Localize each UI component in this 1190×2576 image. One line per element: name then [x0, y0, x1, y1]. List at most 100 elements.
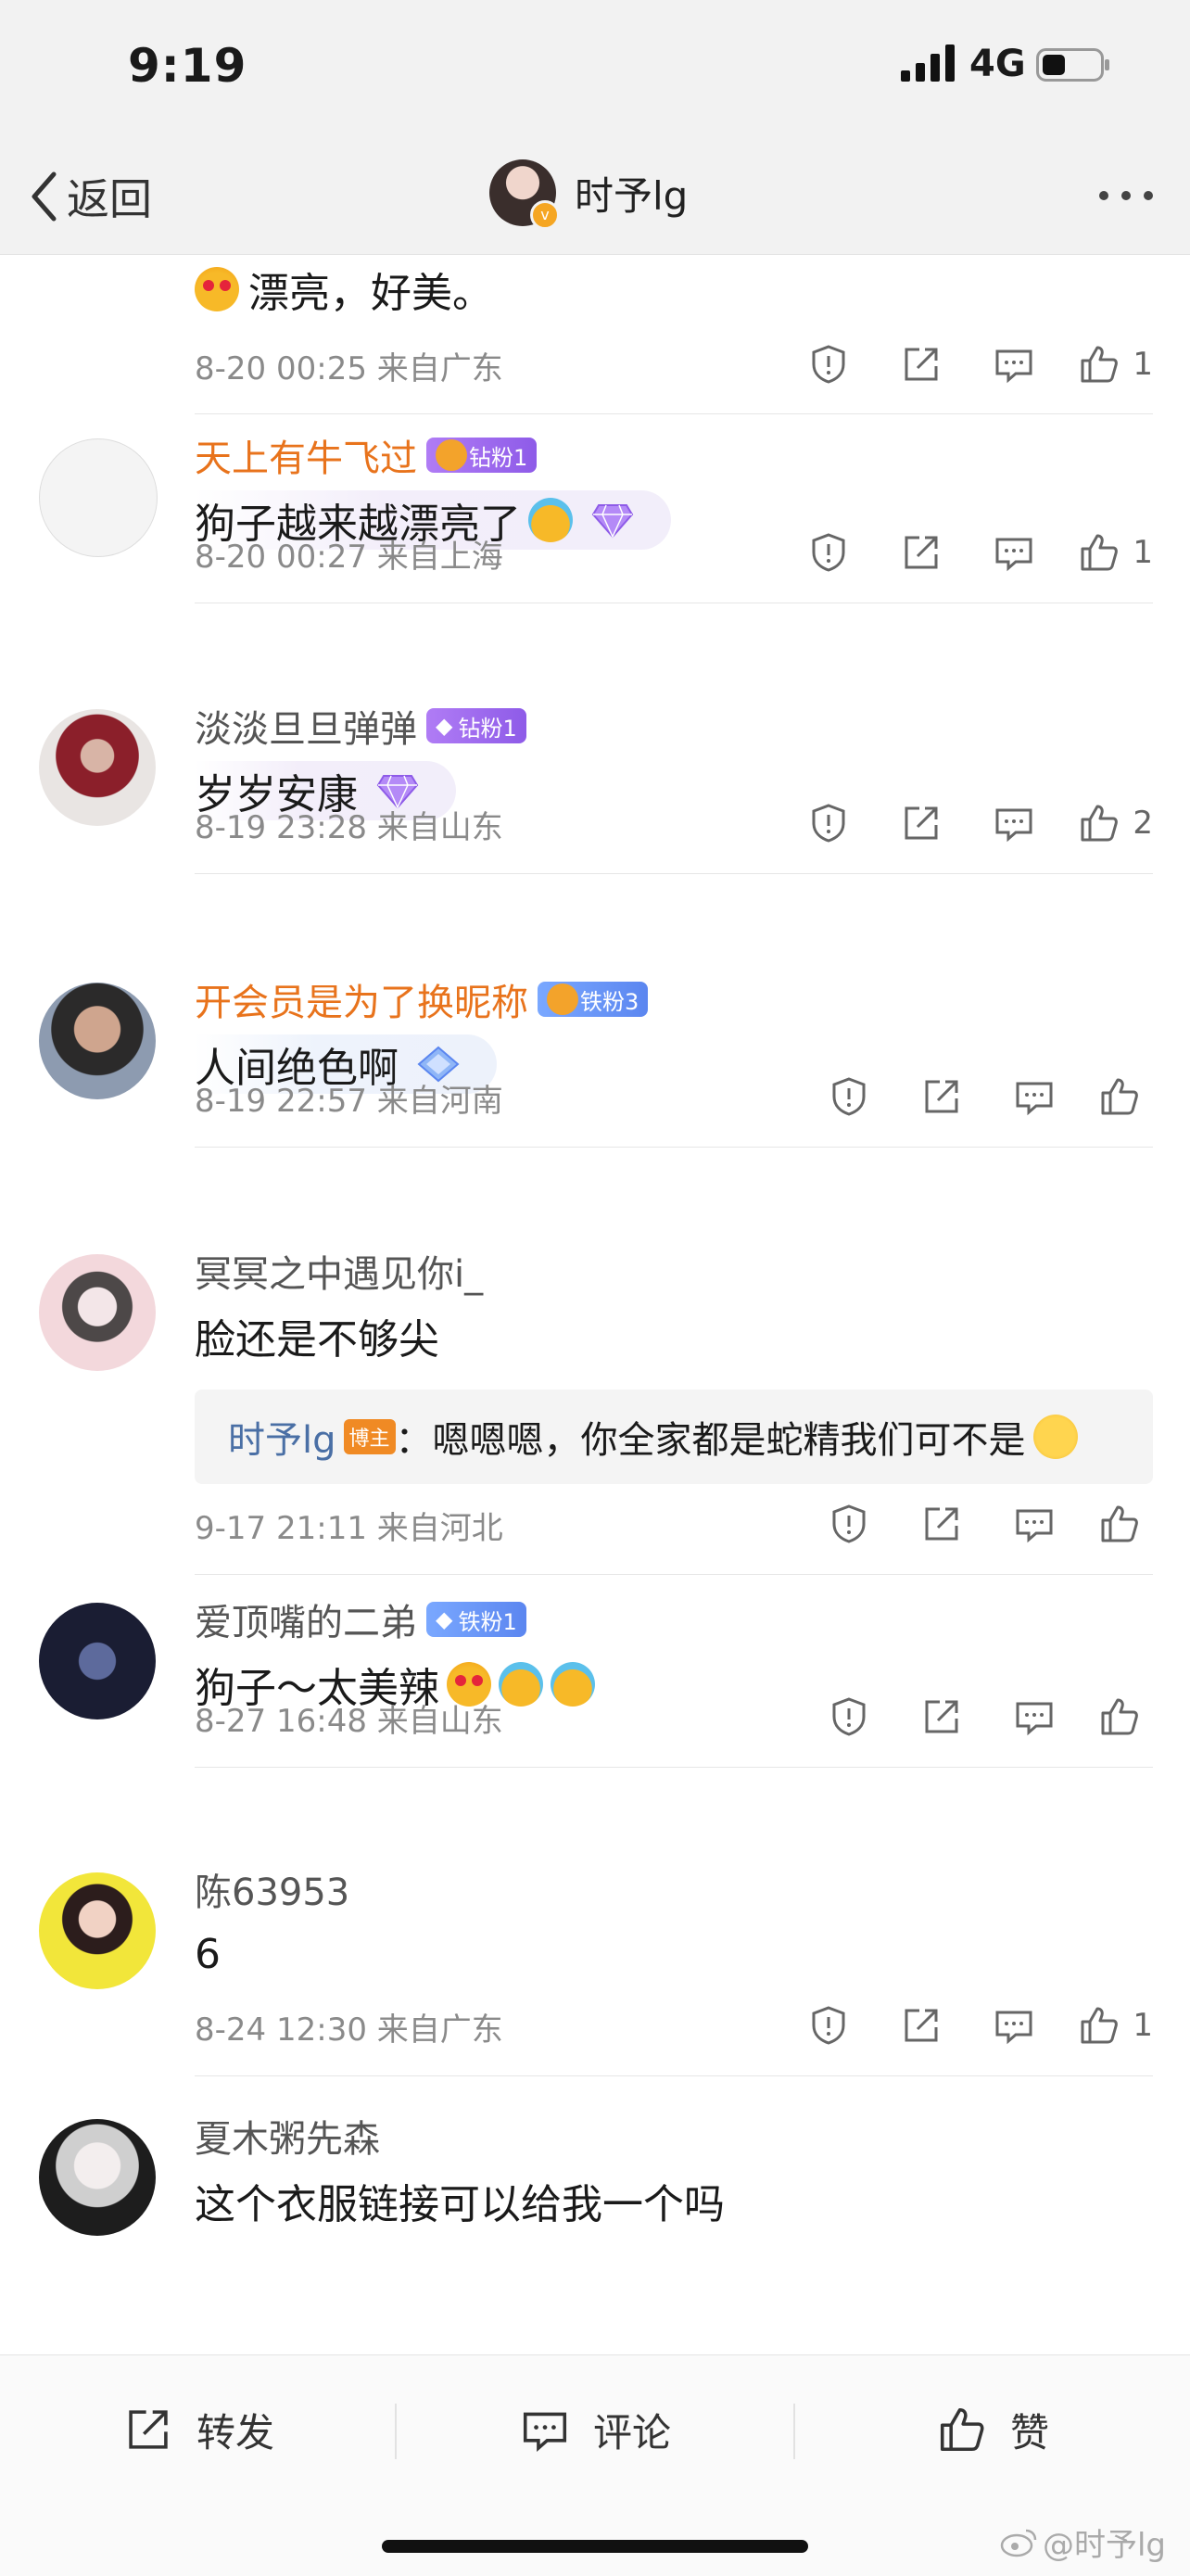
reply-button[interactable] — [968, 1999, 1060, 2051]
share-icon — [905, 348, 938, 381]
share-button[interactable] — [875, 797, 968, 849]
repost-button[interactable]: 转发 — [124, 2392, 274, 2467]
comment-actions: 2 — [782, 797, 1153, 849]
avatar[interactable] — [39, 709, 156, 826]
verified-badge-icon: v — [530, 200, 560, 230]
username[interactable]: 陈63953 — [195, 1863, 1153, 1915]
comment-meta: 8-27 16:48 来自山东 — [195, 1703, 503, 1740]
avatar[interactable]: v — [489, 159, 560, 230]
reply-button[interactable] — [968, 338, 1060, 390]
share-icon — [925, 1080, 958, 1113]
diamond-icon: ◆ — [436, 1606, 453, 1632]
like-icon — [1081, 805, 1119, 842]
share-icon — [905, 806, 938, 840]
back-button[interactable]: 返回 — [30, 167, 152, 226]
crown-icon — [436, 439, 467, 471]
reply-button[interactable] — [968, 527, 1060, 578]
cry-emoji-icon — [499, 1662, 543, 1707]
report-icon — [812, 804, 845, 843]
report-icon — [832, 1077, 866, 1116]
reply-button[interactable] — [988, 1691, 1081, 1743]
like-count: 1 — [1133, 534, 1153, 571]
username[interactable]: 天上有牛飞过 钻粉1 — [195, 429, 1153, 481]
username[interactable]: 开会员是为了换昵称 铁粉3 — [195, 973, 1153, 1025]
like-button[interactable] — [1081, 1691, 1153, 1743]
avatar[interactable] — [39, 983, 156, 1099]
smile-emoji-icon — [1032, 1415, 1078, 1459]
reply-icon — [1016, 1509, 1053, 1543]
home-indicator[interactable] — [382, 2540, 808, 2553]
comment-text: 6 — [195, 1930, 221, 1978]
like-icon — [940, 2407, 984, 2452]
avatar[interactable] — [39, 438, 158, 557]
like-icon — [1101, 1505, 1138, 1542]
report-button[interactable] — [803, 1691, 895, 1743]
like-button[interactable] — [1081, 1071, 1153, 1123]
share-icon — [905, 536, 938, 569]
crown-icon — [547, 983, 578, 1015]
share-icon — [925, 1700, 958, 1733]
like-count: 1 — [1133, 346, 1153, 383]
like-post-button[interactable]: 赞 — [938, 2392, 1049, 2467]
more-options-button[interactable] — [1099, 191, 1153, 200]
avatar[interactable] — [39, 1872, 156, 1989]
reply-icon — [995, 349, 1032, 384]
share-button[interactable] — [895, 1498, 988, 1550]
share-button[interactable] — [895, 1071, 988, 1123]
network-type: 4G — [969, 43, 1026, 85]
comment-actions: 1 — [782, 338, 1153, 390]
avatar[interactable] — [39, 1603, 156, 1719]
avatar[interactable] — [39, 2119, 156, 2236]
reply-box[interactable]: 时予lg 博主 ：嗯嗯嗯，你全家都是蛇精我们可不是 — [195, 1390, 1153, 1484]
page-title: 时予lg — [575, 172, 689, 219]
reply-icon — [1016, 1702, 1053, 1736]
report-button[interactable] — [782, 338, 875, 390]
reply-button[interactable] — [968, 797, 1060, 849]
report-button[interactable] — [782, 527, 875, 578]
like-button[interactable]: 1 — [1060, 1999, 1153, 2051]
username[interactable]: 爱顶嘴的二弟 ◆ 铁粉1 — [195, 1593, 1153, 1645]
username[interactable]: 夏木粥先森 — [195, 2110, 1153, 2162]
share-icon — [129, 2410, 168, 2449]
comment-actions: 1 — [782, 1999, 1153, 2051]
reply-icon — [995, 808, 1032, 843]
report-button[interactable] — [782, 1999, 875, 2051]
divider — [195, 1574, 1153, 1575]
divider — [793, 2404, 795, 2459]
comment-meta: 8-19 23:28 来自山东 — [195, 809, 503, 846]
fan-badge: 钻粉1 — [426, 438, 538, 473]
report-button[interactable] — [782, 797, 875, 849]
status-time: 9:19 — [128, 39, 247, 93]
comment-actions — [803, 1691, 1153, 1743]
like-button[interactable]: 1 — [1060, 338, 1153, 390]
comment-text: 这个衣服链接可以给我一个吗 — [195, 2181, 725, 2228]
comment-meta: 8-20 00:27 来自上海 — [195, 539, 503, 576]
like-button[interactable] — [1081, 1498, 1153, 1550]
reply-author[interactable]: 时予lg — [228, 1410, 336, 1464]
report-button[interactable] — [803, 1498, 895, 1550]
share-button[interactable] — [875, 527, 968, 578]
comment-list[interactable]: 漂亮，好美。 8-20 00:25 来自广东 1 天上有牛飞过 钻粉1 狗子越来… — [0, 255, 1190, 2354]
share-button[interactable] — [875, 1999, 968, 2051]
avatar[interactable] — [39, 1254, 156, 1371]
comment-icon — [523, 2412, 567, 2452]
comment-button[interactable]: 评论 — [521, 2392, 671, 2467]
username[interactable]: 冥冥之中遇见你i_ — [195, 1245, 1153, 1297]
fan-badge: ◆ 钻粉1 — [426, 708, 526, 743]
username[interactable]: 淡淡旦旦弹弹 ◆ 钻粉1 — [195, 700, 1153, 752]
comment-meta: 8-20 00:25 来自广东 — [195, 350, 503, 387]
nav-profile[interactable]: v 时予lg — [489, 159, 689, 230]
dot-icon — [1099, 191, 1108, 200]
cry-emoji-icon — [551, 1662, 595, 1707]
like-button[interactable]: 1 — [1060, 527, 1153, 578]
like-button[interactable]: 2 — [1060, 797, 1153, 849]
report-button[interactable] — [803, 1071, 895, 1123]
reply-button[interactable] — [988, 1498, 1081, 1550]
share-button[interactable] — [895, 1691, 988, 1743]
comment-text: 漂亮，好美。 — [195, 260, 1153, 319]
share-button[interactable] — [875, 338, 968, 390]
cry-emoji-icon — [528, 498, 573, 542]
reply-button[interactable] — [988, 1071, 1081, 1123]
like-icon — [1081, 346, 1119, 383]
divider — [195, 413, 1153, 414]
